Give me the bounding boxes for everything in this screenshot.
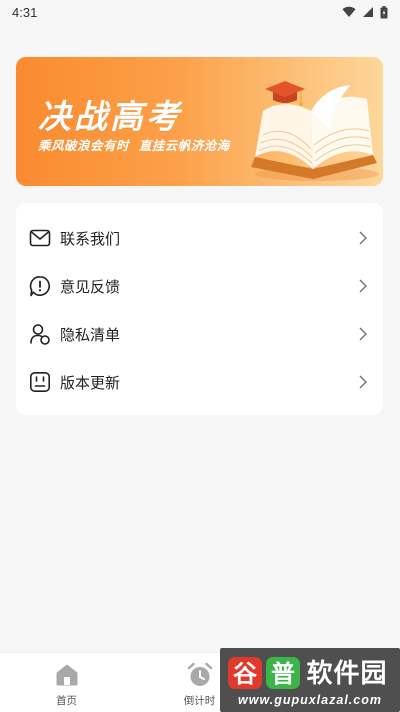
battery-icon (380, 5, 388, 18)
status-icons (342, 5, 388, 19)
mail-icon (28, 226, 52, 250)
exam-banner[interactable]: 决战高考 乘风破浪会有时 直挂云帆济沧海 (16, 57, 383, 186)
open-book-graduation-cap-icon (251, 81, 379, 181)
home-icon (53, 661, 81, 689)
nav-label: 倒计时 (183, 695, 216, 707)
signal-icon (363, 7, 373, 17)
chevron-right-icon (357, 278, 369, 294)
alarm-clock-icon (186, 661, 214, 689)
watermark-char-1: 谷 (233, 660, 258, 688)
status-bar: 4:31 (0, 0, 400, 24)
settings-menu: 联系我们 意见反馈 隐私清单 版本更新 (16, 203, 383, 415)
wifi-icon (342, 6, 356, 18)
site-watermark: 谷 普 软件园 www.gupuxlazal.com (220, 648, 400, 712)
menu-item-label: 联系我们 (60, 229, 121, 248)
chevron-right-icon (357, 326, 369, 342)
menu-item-label: 版本更新 (60, 373, 121, 392)
watermark-logo: 谷 普 软件园 (228, 656, 387, 689)
menu-item-label: 隐私清单 (60, 325, 121, 344)
banner-subtitle: 乘风破浪会有时 直挂云帆济沧海 (38, 138, 230, 153)
feedback-icon (28, 274, 52, 298)
menu-item-contact-us[interactable]: 联系我们 (16, 214, 383, 262)
nav-label: 首页 (56, 695, 77, 707)
chevron-right-icon (357, 230, 369, 246)
menu-item-feedback[interactable]: 意见反馈 (16, 262, 383, 310)
watermark-char-rest: 软件园 (306, 659, 387, 689)
watermark-url: www.gupuxlazal.com (238, 692, 382, 707)
chevron-right-icon (357, 374, 369, 390)
menu-item-privacy-list[interactable]: 隐私清单 (16, 310, 383, 358)
privacy-icon (28, 322, 52, 346)
status-time: 4:31 (12, 4, 38, 20)
menu-item-version-update[interactable]: 版本更新 (16, 358, 383, 406)
nav-home[interactable]: 首页 (0, 653, 133, 712)
version-icon (28, 370, 52, 394)
menu-item-label: 意见反馈 (60, 277, 121, 296)
watermark-char-2: 普 (271, 660, 295, 688)
banner-title: 决战高考 (38, 97, 182, 136)
